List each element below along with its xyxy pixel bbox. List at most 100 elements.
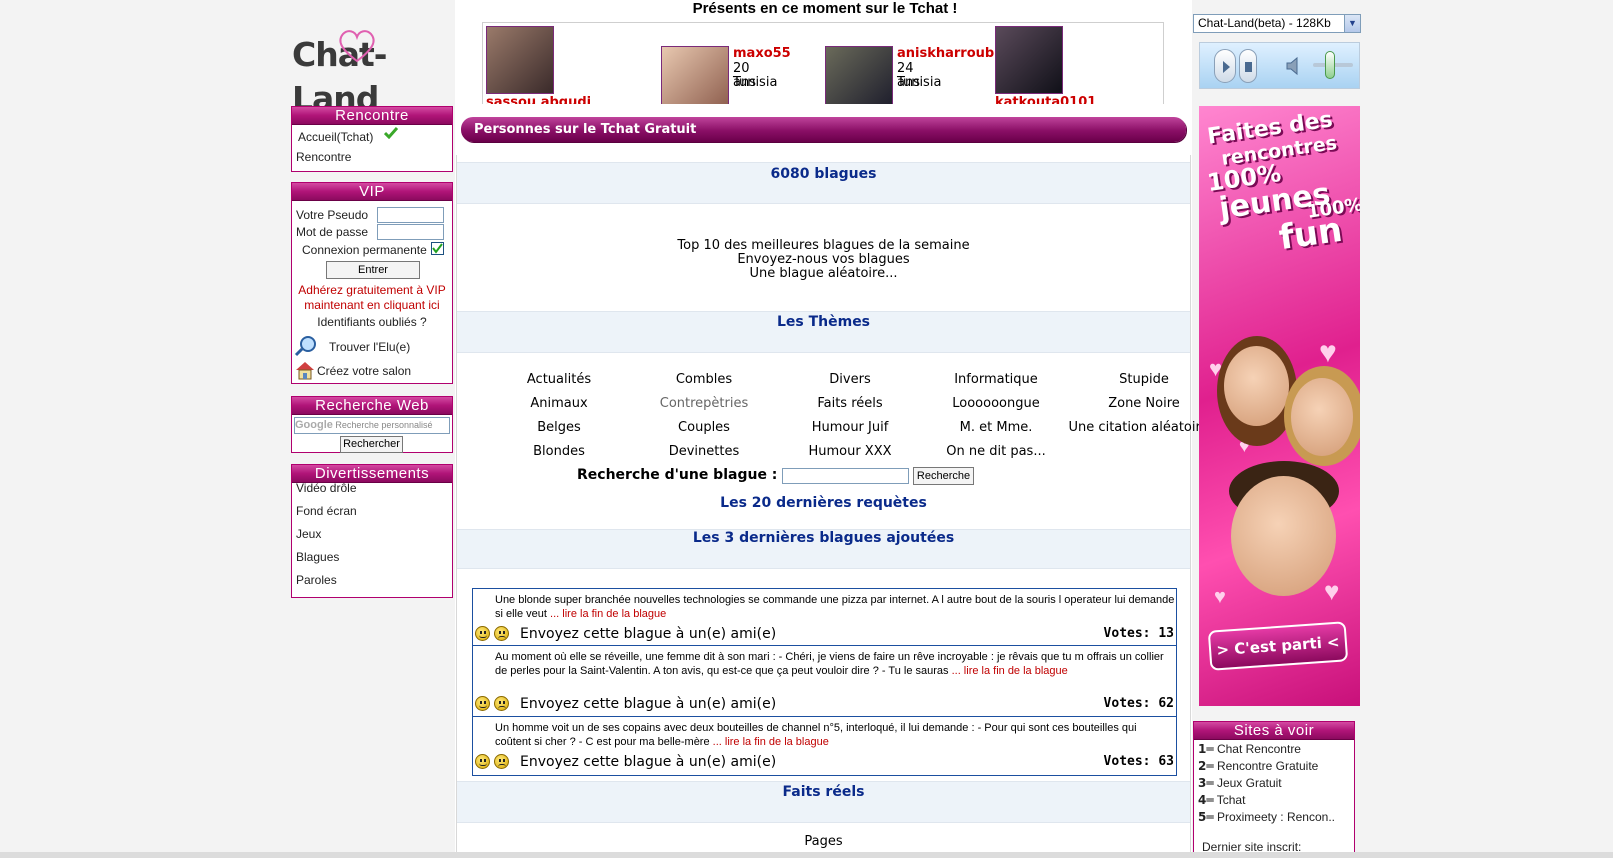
nav-paroles[interactable]: Paroles: [292, 572, 337, 588]
top10-link[interactable]: Top 10 des meilleures blagues de la sema…: [457, 239, 1190, 253]
user-photo[interactable]: [661, 46, 729, 104]
pseudo-label: Votre Pseudo: [296, 208, 369, 222]
site-link[interactable]: 2═ Rencontre Gratuite: [1198, 759, 1318, 773]
read-more-link[interactable]: ... lire la fin de la blague: [952, 665, 1068, 677]
jokes-panel: 6080 blagues Top 10 des meilleures blagu…: [456, 155, 1215, 858]
user-country: Tunisia: [733, 75, 778, 90]
joke-votes: Votes: 13: [1103, 626, 1174, 641]
read-more-link[interactable]: ... lire la fin de la blague: [713, 736, 829, 748]
dating-ad-banner[interactable]: ♥ ♥ ♥ ♥ ♥ Faites des rencontres 100% jeu…: [1199, 106, 1360, 706]
joke-votes: Votes: 63: [1103, 754, 1174, 769]
last-jokes-title: Les 3 dernières blagues ajoutées: [692, 530, 955, 546]
user-photo[interactable]: [995, 26, 1063, 94]
nav-accueil-tchat[interactable]: Accueil(Tchat): [294, 129, 373, 145]
site-label: Proximeety : Rencon..: [1216, 810, 1335, 824]
pseudo-input[interactable]: [377, 207, 444, 223]
read-more-link[interactable]: ... lire la fin de la blague: [550, 608, 666, 620]
heart-icon: ♥: [1319, 336, 1337, 369]
theme-link[interactable]: Belges: [484, 420, 634, 435]
theme-link[interactable]: Blondes: [484, 444, 634, 459]
theme-link[interactable]: Loooooongue: [921, 396, 1071, 411]
like-smiley-icon[interactable]: [475, 754, 490, 769]
create-room-link[interactable]: Créez votre salon: [317, 364, 411, 378]
theme-link[interactable]: Contrepètries: [629, 396, 779, 411]
joke-search-button[interactable]: Recherche: [913, 467, 974, 485]
send-joke-link[interactable]: Envoyez cette blague à un(e) ami(e): [520, 626, 776, 642]
theme-link[interactable]: Zone Noire: [1069, 396, 1219, 411]
joke-item: Un homme voit un de ses copains avec deu…: [472, 716, 1177, 776]
send-joke-link[interactable]: Envoyez cette blague à un(e) ami(e): [520, 696, 776, 712]
site-label: Tchat: [1216, 793, 1246, 807]
joke-search-input[interactable]: [782, 468, 909, 484]
find-love-link[interactable]: Trouver l'Elu(e): [329, 340, 410, 354]
joke-text: Une blonde super branchée nouvelles tech…: [495, 593, 1175, 621]
ad-photo-face: [1224, 346, 1289, 426]
enter-button[interactable]: Entrer: [326, 261, 420, 279]
nav-video-drole[interactable]: Vidéo drôle: [292, 480, 357, 496]
send-jokes-link[interactable]: Envoyez-nous vos blagues: [457, 253, 1190, 267]
joke-votes: Votes: 62: [1103, 696, 1174, 711]
ad-cta-button[interactable]: > C'est parti <: [1207, 621, 1349, 671]
nav-fond-ecran[interactable]: Fond écran: [292, 503, 357, 519]
theme-link[interactable]: Combles: [629, 372, 779, 387]
theme-link[interactable]: Animaux: [484, 396, 634, 411]
theme-link[interactable]: Devinettes: [629, 444, 779, 459]
user-photo[interactable]: [825, 46, 893, 104]
site-link[interactable]: 3═ Jeux Gratuit: [1198, 776, 1282, 790]
house-icon: [296, 362, 314, 380]
dislike-smiley-icon[interactable]: [494, 626, 509, 641]
nav-blagues[interactable]: Blagues: [292, 549, 339, 565]
web-search-button[interactable]: Rechercher: [340, 436, 403, 453]
nav-rencontre[interactable]: Rencontre: [292, 149, 351, 165]
dislike-smiley-icon[interactable]: [494, 696, 509, 711]
like-smiley-icon[interactable]: [475, 626, 490, 641]
permanent-checkbox[interactable]: [431, 242, 444, 255]
play-button[interactable]: [1214, 49, 1236, 83]
joke-text: Un homme voit un de ses copains avec deu…: [495, 721, 1175, 749]
theme-link[interactable]: Humour Juif: [775, 420, 925, 435]
speaker-icon[interactable]: [1285, 56, 1305, 76]
chevron-down-icon: ▼: [1344, 15, 1360, 32]
user-pseudo[interactable]: katkouta0101: [995, 95, 1096, 104]
send-joke-link[interactable]: Envoyez cette blague à un(e) ami(e): [520, 754, 776, 770]
site-link[interactable]: 1═ Chat Rencontre: [1198, 742, 1301, 756]
user-pseudo[interactable]: maxo55: [733, 46, 791, 61]
site-link[interactable]: 4═ Tchat: [1198, 793, 1245, 807]
forgot-credentials-link[interactable]: Identifiants oubliés ?: [292, 315, 452, 329]
user-photo[interactable]: [486, 26, 554, 94]
theme-link[interactable]: Actualités: [484, 372, 634, 387]
user-pseudo[interactable]: aniskharroubi: [897, 46, 999, 61]
nav-jeux[interactable]: Jeux: [292, 526, 321, 542]
radio-stream-value: Chat-Land(beta) - 128Kb: [1198, 16, 1331, 30]
radio-stream-select[interactable]: Chat-Land(beta) - 128Kb ▼: [1193, 14, 1361, 33]
like-smiley-icon[interactable]: [475, 696, 490, 711]
random-joke-link[interactable]: Une blague aléatoire...: [457, 267, 1190, 281]
check-icon: [432, 243, 443, 254]
heart-icon: ♥: [1324, 576, 1340, 606]
theme-link[interactable]: Humour XXX: [775, 444, 925, 459]
theme-link[interactable]: Faits réels: [775, 396, 925, 411]
site-link[interactable]: 5═ Proximeety : Rencon..: [1198, 810, 1335, 824]
heart-icon: ♥: [1214, 586, 1226, 608]
theme-link[interactable]: Divers: [775, 372, 925, 387]
vip-join-link[interactable]: Adhérez gratuitement à VIP maintenant en…: [292, 283, 452, 313]
sites-box: Sites à voir 1═ Chat Rencontre 2═ Rencon…: [1193, 721, 1355, 858]
online-users-strip: sassou abqudi maxo55 20 ans Tunisia anis…: [482, 22, 1164, 104]
theme-link[interactable]: Stupide: [1069, 372, 1219, 387]
user-pseudo[interactable]: sassou abqudi: [486, 95, 591, 104]
password-input[interactable]: [377, 224, 444, 240]
jokes-count: 6080 blagues: [770, 166, 877, 182]
dislike-smiley-icon[interactable]: [494, 754, 509, 769]
volume-handle[interactable]: [1325, 51, 1335, 79]
rencontre-title: Rencontre: [292, 107, 452, 125]
stop-button[interactable]: [1239, 49, 1257, 83]
theme-link[interactable]: Couples: [629, 420, 779, 435]
last-queries-link[interactable]: Les 20 dernières requètes: [457, 495, 1190, 511]
theme-link[interactable]: Informatique: [921, 372, 1071, 387]
theme-link[interactable]: On ne dit pas...: [921, 444, 1071, 459]
ad-photo-face: [1231, 476, 1336, 596]
ad-photo-face: [1291, 378, 1353, 456]
site-logo[interactable]: Chat-Land: [292, 30, 452, 118]
play-icon: [1223, 61, 1230, 73]
web-search-input[interactable]: Google Recherche personnalisé: [294, 417, 450, 434]
